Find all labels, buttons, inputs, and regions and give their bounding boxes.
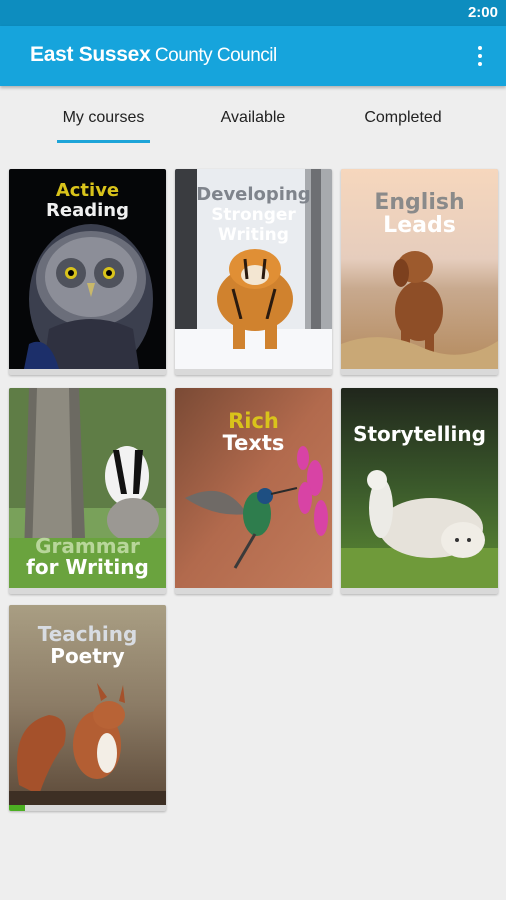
tab-indicator	[57, 140, 150, 143]
course-title-line2: Texts	[222, 431, 285, 455]
course-card-rich-texts[interactable]: Rich Texts	[175, 388, 332, 594]
course-card-english-leads[interactable]: English Leads	[341, 169, 498, 375]
progress-bar	[9, 805, 25, 811]
course-title-line1: Developing	[196, 184, 311, 205]
course-title: Developing Stronger Writing	[175, 184, 332, 246]
course-title-line3: Writing	[218, 225, 289, 245]
app-title-bold: East Sussex	[30, 43, 151, 66]
course-card-active-reading[interactable]: Active Reading	[9, 169, 166, 375]
course-title-line1: Grammar	[35, 534, 140, 558]
tab-my-courses[interactable]: My courses	[50, 96, 157, 144]
course-title-line2: Reading	[46, 200, 129, 221]
course-title-line2: Leads	[383, 213, 456, 238]
course-title-line2: Stronger	[211, 205, 296, 225]
course-title-line1: Storytelling	[353, 422, 486, 446]
app-bar: East Sussex County Council	[0, 26, 506, 86]
status-bar: 2:00	[0, 0, 506, 26]
course-title: Teaching Poetry	[9, 623, 166, 667]
course-title-line2: Poetry	[50, 644, 125, 668]
course-title: English Leads	[341, 191, 498, 237]
course-card-storytelling[interactable]: Storytelling	[341, 388, 498, 594]
progress-track	[9, 369, 166, 375]
app-title-light: County Council	[154, 45, 277, 66]
app-title: East Sussex County Council	[30, 43, 277, 67]
tab-available[interactable]: Available	[204, 96, 302, 144]
course-title: Grammar for Writing	[9, 536, 166, 578]
alpaca-and-dog-illustration	[341, 388, 498, 588]
course-title: Active Reading	[9, 181, 166, 221]
course-title-line1: Rich	[228, 409, 279, 433]
tab-completed[interactable]: Completed	[349, 96, 457, 144]
progress-track	[175, 369, 332, 375]
course-card-teaching-poetry[interactable]: Teaching Poetry	[9, 605, 166, 811]
progress-track	[341, 588, 498, 594]
status-time: 2:00	[467, 4, 498, 21]
progress-track	[9, 805, 166, 811]
course-title-line1: Teaching	[37, 622, 138, 646]
progress-track	[9, 588, 166, 594]
course-title-line1: Active	[55, 180, 120, 201]
course-title-line1: English	[374, 190, 465, 215]
progress-track	[175, 588, 332, 594]
course-title: Storytelling	[341, 424, 498, 444]
more-vert-icon[interactable]	[464, 40, 496, 72]
course-card-grammar-for-writing[interactable]: Grammar for Writing	[9, 388, 166, 594]
course-title: Rich Texts	[175, 410, 332, 454]
progress-track	[341, 369, 498, 375]
tab-bar: My courses Available Completed	[0, 96, 506, 144]
course-card-developing-stronger-writing[interactable]: Developing Stronger Writing	[175, 169, 332, 375]
course-title-line2: for Writing	[26, 555, 149, 579]
